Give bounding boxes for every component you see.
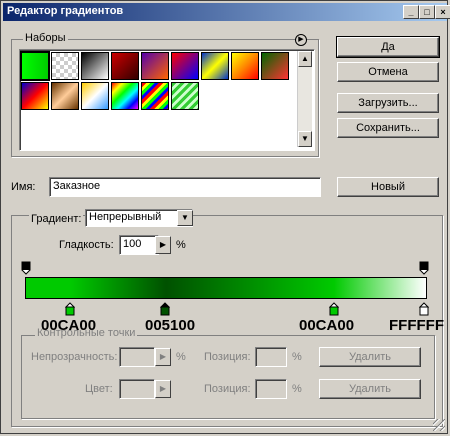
color-position-percent: %	[292, 383, 302, 395]
minimize-button[interactable]: _	[403, 5, 419, 19]
smoothness-unit: %	[176, 239, 186, 251]
color-stop-3[interactable]	[328, 302, 340, 316]
color-stop-1[interactable]	[64, 302, 76, 316]
stop-label-1: 00CA00	[41, 317, 97, 334]
preset-swatch[interactable]	[261, 52, 289, 80]
color-position-label: Позиция:	[204, 383, 251, 395]
preset-swatch[interactable]	[171, 52, 199, 80]
smoothness-arrow-icon[interactable]: ▶	[155, 236, 171, 254]
delete-color-stop-button[interactable]: Удалить	[319, 379, 421, 399]
color-swatch-field[interactable]	[119, 379, 155, 399]
preset-swatch[interactable]	[81, 82, 109, 110]
preset-swatch[interactable]	[21, 82, 49, 110]
color-arrow-icon[interactable]: ▶	[155, 380, 171, 398]
delete-opacity-stop-button[interactable]: Удалить	[319, 347, 421, 367]
presets-scrollbar[interactable]: ▲ ▼	[297, 51, 312, 147]
preset-swatch[interactable]	[81, 52, 109, 80]
chevron-down-icon[interactable]: ▼	[177, 210, 193, 226]
presets-menu-icon[interactable]: ▶	[295, 34, 307, 46]
color-stop-2[interactable]	[159, 302, 171, 316]
window-title: Редактор градиентов	[7, 5, 124, 17]
title-bar[interactable]: Редактор градиентов _ □ ×	[3, 3, 450, 21]
opacity-position-percent: %	[292, 351, 302, 363]
load-button[interactable]: Загрузить...	[337, 93, 439, 113]
ok-button[interactable]: Да	[336, 36, 440, 58]
scroll-down-icon[interactable]: ▼	[298, 131, 312, 147]
smoothness-label: Гладкость:	[59, 239, 114, 251]
color-position-input[interactable]	[255, 379, 287, 399]
preset-swatch[interactable]	[141, 82, 169, 110]
preset-swatch[interactable]	[231, 52, 259, 80]
new-button[interactable]: Новый	[337, 177, 439, 197]
maximize-button[interactable]: □	[419, 5, 435, 19]
opacity-percent: %	[176, 351, 186, 363]
preset-swatch[interactable]	[141, 52, 169, 80]
opacity-position-input[interactable]	[255, 347, 287, 367]
opacity-stop-right[interactable]	[419, 261, 429, 275]
color-stop-4[interactable]	[418, 302, 430, 316]
preset-swatch[interactable]	[111, 52, 139, 80]
smoothness-input[interactable]: 100	[119, 235, 159, 255]
preset-swatch[interactable]	[51, 82, 79, 110]
cancel-button[interactable]: Отмена	[337, 62, 439, 82]
preset-swatch[interactable]	[111, 82, 139, 110]
color-label: Цвет:	[85, 383, 113, 395]
name-label: Имя:	[11, 181, 36, 193]
gradient-type-label: Градиент:	[29, 213, 84, 225]
preset-swatch[interactable]	[20, 51, 50, 81]
stop-label-2: 005100	[145, 317, 196, 334]
save-button[interactable]: Сохранить...	[337, 118, 439, 138]
name-input[interactable]: Заказное	[49, 177, 321, 197]
opacity-arrow-icon[interactable]: ▶	[155, 348, 171, 366]
gradient-editor-window: Редактор градиентов _ □ × Наборы ▶ ▲ ▼ Д…	[0, 0, 450, 434]
gradient-preview-bar[interactable]	[25, 277, 427, 299]
preset-swatch[interactable]	[51, 52, 79, 80]
opacity-position-label: Позиция:	[204, 351, 251, 363]
opacity-label: Непрозрачность:	[31, 351, 118, 363]
presets-label: Наборы	[23, 32, 68, 44]
preset-swatch[interactable]	[171, 82, 199, 110]
opacity-input[interactable]	[119, 347, 155, 367]
preset-swatch[interactable]	[201, 52, 229, 80]
stop-label-4: FFFFFF	[389, 317, 444, 334]
resize-grip-icon[interactable]	[433, 419, 445, 431]
scroll-up-icon[interactable]: ▲	[298, 51, 312, 67]
close-button[interactable]: ×	[435, 5, 450, 19]
opacity-stop-left[interactable]	[21, 261, 31, 275]
stop-label-3: 00CA00	[299, 317, 355, 334]
